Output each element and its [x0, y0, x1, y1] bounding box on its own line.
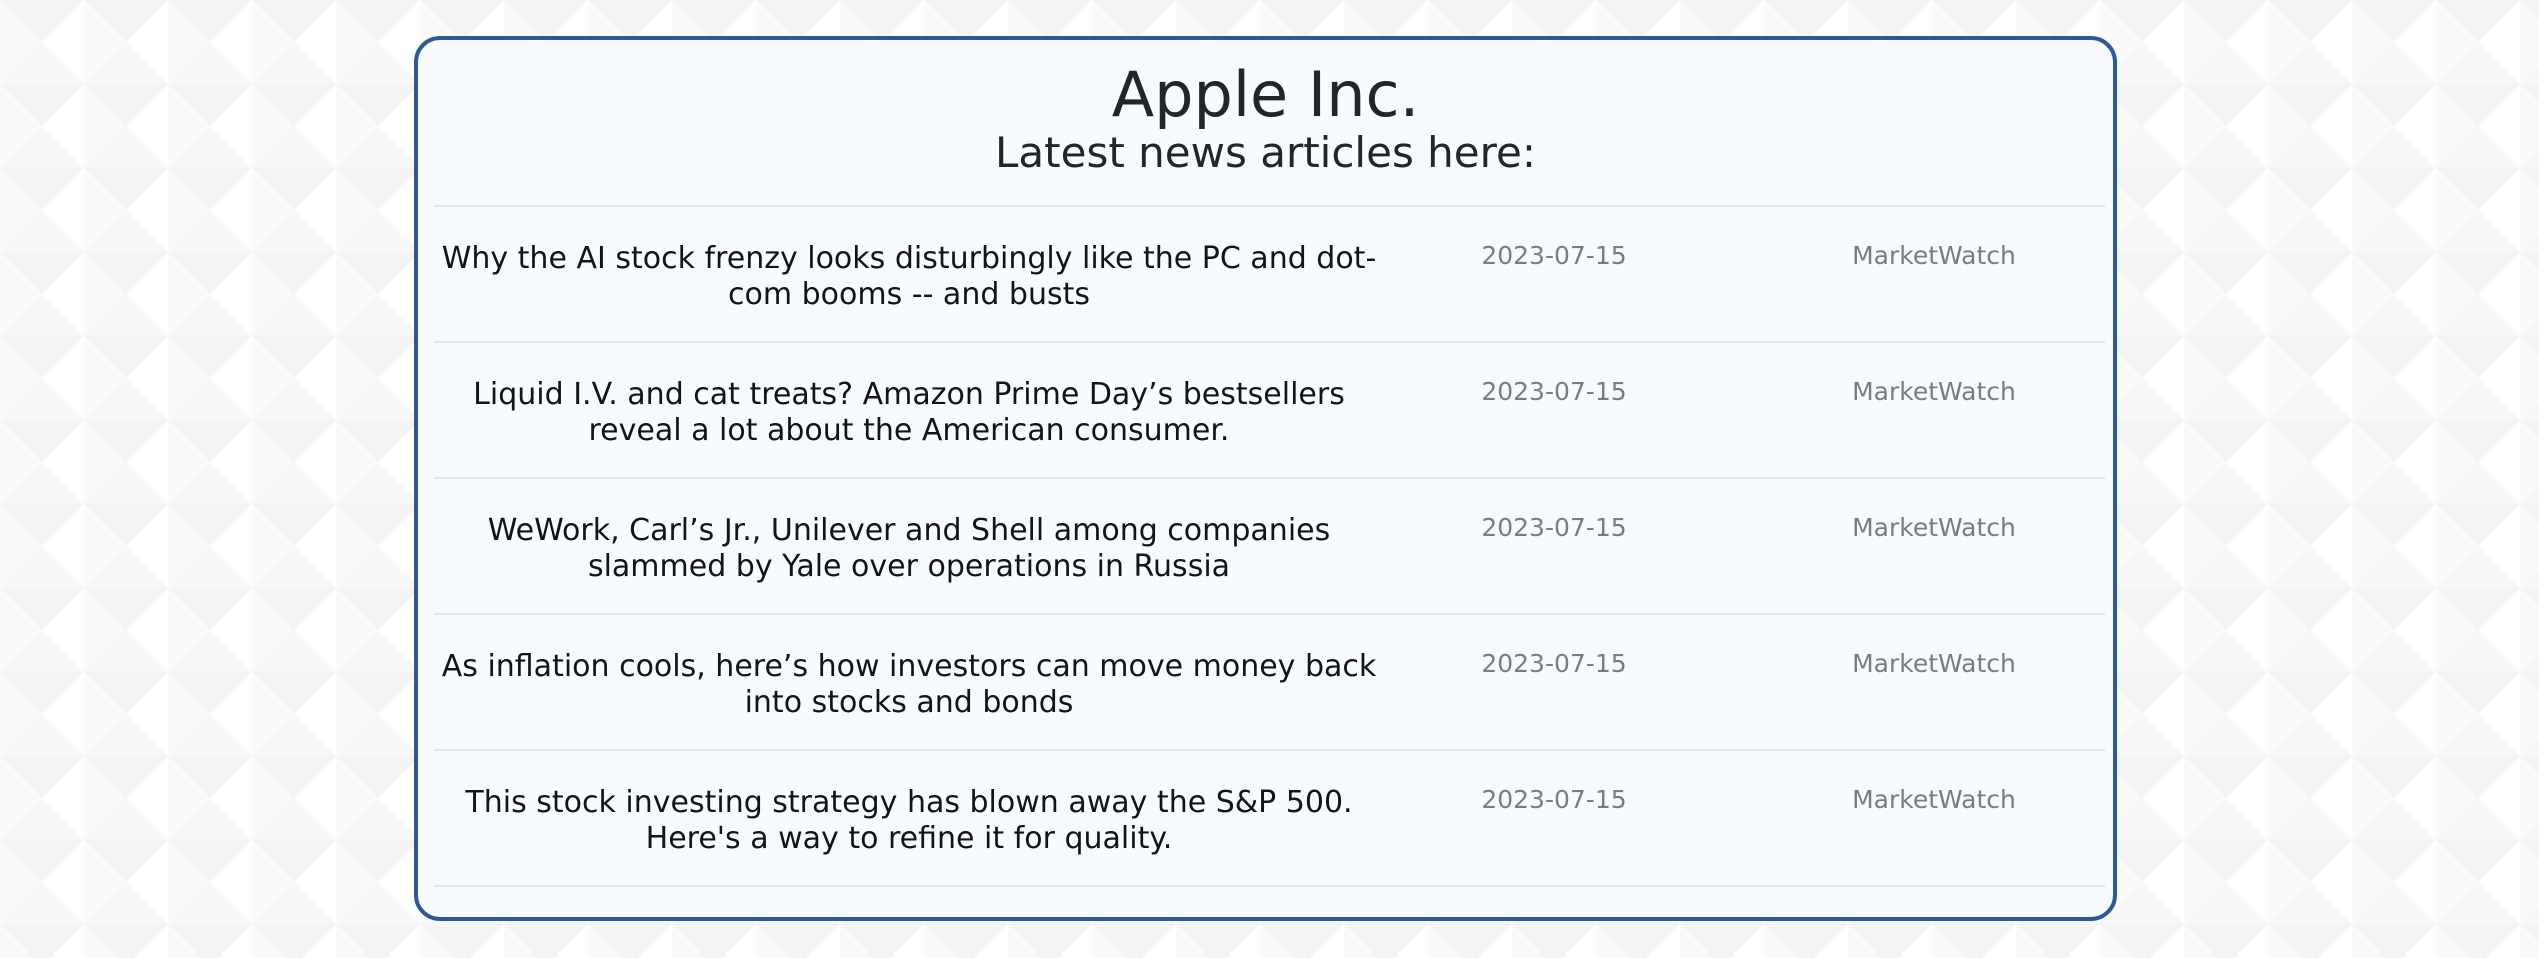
news-row[interactable]: WeWork, Carl’s Jr., Unilever and Shell a… — [434, 479, 2105, 615]
article-title[interactable]: Why the AI stock frenzy looks disturbing… — [434, 241, 1384, 313]
news-row[interactable]: This stock investing strategy has blown … — [434, 751, 2105, 887]
article-source: MarketWatch — [1852, 649, 2016, 678]
company-title: Apple Inc. — [1111, 58, 1420, 131]
article-source: MarketWatch — [1852, 377, 2016, 406]
news-row[interactable]: Liquid I.V. and cat treats? Amazon Prime… — [434, 343, 2105, 479]
article-date: 2023-07-15 — [1481, 785, 1627, 814]
news-row[interactable]: As inflation cools, here’s how investors… — [434, 615, 2105, 751]
article-date: 2023-07-15 — [1481, 377, 1627, 406]
article-source: MarketWatch — [1852, 513, 2016, 542]
news-subtitle: Latest news articles here: — [995, 128, 1536, 177]
article-source: MarketWatch — [1852, 241, 2016, 270]
article-date: 2023-07-15 — [1481, 241, 1627, 270]
news-list: Why the AI stock frenzy looks disturbing… — [434, 205, 2105, 887]
article-source: MarketWatch — [1852, 785, 2016, 814]
news-row[interactable]: Why the AI stock frenzy looks disturbing… — [434, 207, 2105, 343]
article-date: 2023-07-15 — [1481, 513, 1627, 542]
article-title[interactable]: WeWork, Carl’s Jr., Unilever and Shell a… — [434, 513, 1384, 585]
article-date: 2023-07-15 — [1481, 649, 1627, 678]
article-title[interactable]: Liquid I.V. and cat treats? Amazon Prime… — [434, 377, 1384, 449]
article-title[interactable]: This stock investing strategy has blown … — [434, 785, 1384, 857]
article-title[interactable]: As inflation cools, here’s how investors… — [434, 649, 1384, 721]
news-card: Apple Inc. Latest news articles here: Wh… — [414, 36, 2117, 921]
